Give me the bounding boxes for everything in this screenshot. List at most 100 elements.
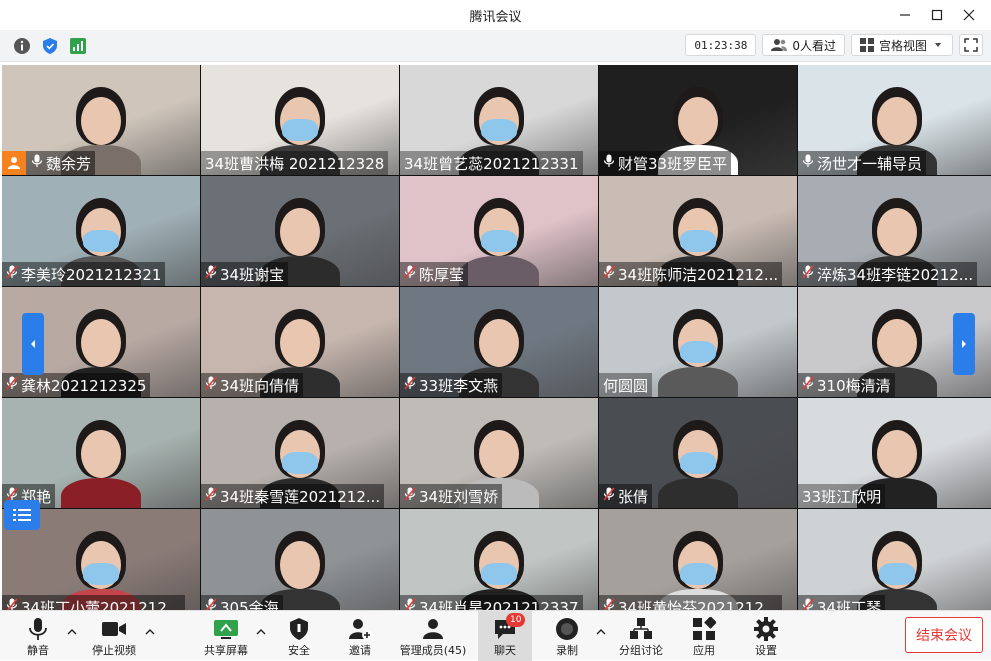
participant-tile[interactable]: 魏余芳 (2, 65, 200, 175)
participant-name: 33班李文燕 (419, 376, 499, 395)
end-meeting-button[interactable]: 结束会议 (905, 617, 983, 653)
share-options-caret-icon[interactable] (256, 627, 266, 637)
host-badge-icon (2, 151, 26, 175)
share-screen-icon (214, 620, 238, 639)
security-status-button[interactable] (40, 36, 60, 56)
window-controls (889, 0, 985, 30)
invite-button[interactable]: 邀请 (342, 611, 378, 661)
microphone-icon (802, 154, 814, 172)
participant-tile[interactable]: 34班秦雪莲2021212... (201, 398, 399, 508)
viewers-count: 0人看过 (792, 38, 836, 53)
participant-tile[interactable]: 34班向倩倩 (201, 287, 399, 397)
meeting-timer: 01:23:38 (685, 34, 757, 56)
maximize-button[interactable] (921, 0, 953, 30)
participant-name-label: 34班丁小蕾2021212... (2, 595, 186, 611)
security-button[interactable]: 安全 (281, 611, 317, 661)
participant-name-label: 34班谢宝 (201, 262, 289, 286)
manage-members-label: 管理成员(45) (399, 644, 467, 657)
participant-name: 34班陈师洁2021212... (618, 265, 779, 284)
participant-tile[interactable]: 33班江欣明 (798, 398, 991, 508)
mute-label: 静音 (27, 644, 49, 657)
participant-name: 陈厚莹 (419, 265, 465, 284)
view-mode-dropdown[interactable]: 宫格视图 (850, 34, 953, 56)
participant-tile[interactable]: 34班谢宝 (201, 176, 399, 286)
network-signal-button[interactable] (68, 36, 88, 56)
settings-button[interactable]: 设置 (750, 611, 782, 661)
chat-button[interactable]: 聊天 10 (478, 611, 532, 661)
participant-tile[interactable]: 郑艳 (2, 398, 200, 508)
participant-tile[interactable]: 淬炼34班李链20212... (798, 176, 991, 286)
apps-button[interactable]: 应用 (688, 611, 720, 661)
participant-name: 34班黄怡芬2021212... (618, 598, 779, 611)
chat-label: 聊天 (494, 644, 516, 657)
participant-tile[interactable]: 汤世才一辅导员 (798, 65, 991, 175)
participant-name-label: 34班陈师洁2021212... (599, 262, 783, 286)
participant-name-label: 魏余芳 (2, 151, 96, 175)
close-button[interactable] (953, 0, 985, 30)
microphone-muted-icon (6, 265, 18, 283)
viewers-icon (771, 39, 788, 51)
chat-unread-badge: 10 (506, 613, 526, 627)
microphone-muted-icon (205, 265, 217, 283)
meeting-info-button[interactable] (12, 36, 32, 56)
stop-video-button[interactable]: 停止视频 (88, 611, 140, 661)
participant-tile[interactable]: 34班陈师洁2021212... (599, 176, 797, 286)
participant-tile[interactable]: 34班肖昊2021212337 (400, 509, 598, 610)
manage-members-button[interactable]: 管理成员(45) (398, 611, 468, 661)
microphone-muted-icon (404, 487, 416, 505)
next-page-button[interactable] (953, 313, 975, 375)
participant-tile[interactable]: 33班李文燕 (400, 287, 598, 397)
participant-list-toggle[interactable] (4, 500, 40, 530)
participant-name: 34班丁小蕾2021212... (21, 598, 182, 611)
microphone-icon (603, 154, 615, 172)
participant-name-label: 33班李文燕 (400, 373, 503, 397)
participant-tile[interactable]: 张倩 (599, 398, 797, 508)
grid-view-icon (859, 38, 874, 52)
shield-icon (43, 37, 57, 54)
viewers-button[interactable]: 0人看过 (762, 34, 845, 56)
participant-tile[interactable]: 34班黄怡芬2021212... (599, 509, 797, 610)
participant-tile[interactable]: 34班曹洪梅 2021212328 (201, 65, 399, 175)
participant-video-figure (653, 305, 743, 397)
maximize-icon (931, 9, 943, 21)
participant-tile[interactable]: 305余海 (201, 509, 399, 610)
apps-grid-icon (693, 617, 716, 640)
share-screen-button[interactable]: 共享屏幕 (200, 611, 252, 661)
breakout-label: 分组讨论 (619, 644, 663, 657)
record-options-caret-icon[interactable] (596, 627, 606, 637)
participant-tile[interactable]: 陈厚莹 (400, 176, 598, 286)
microphone-muted-icon (404, 598, 416, 610)
fullscreen-button[interactable] (959, 34, 983, 56)
participant-tile[interactable]: 财管33班罗臣平 (599, 65, 797, 175)
apps-label: 应用 (693, 644, 715, 657)
participant-name-label: 34班向倩倩 (201, 373, 304, 397)
microphone-icon (29, 618, 47, 640)
participant-name: 34班刘雪娇 (419, 487, 499, 506)
mute-button[interactable]: 静音 (18, 611, 58, 661)
prev-page-button[interactable] (22, 313, 44, 375)
participant-name-label: 何圆圆 (599, 373, 653, 397)
view-mode-label: 宫格视图 (878, 38, 927, 53)
signal-bars-icon (70, 37, 86, 54)
share-screen-label: 共享屏幕 (204, 644, 248, 657)
participant-name-label: 34班曾艺蕊2021212331 (400, 151, 583, 175)
title-bar: 腾讯会议 (0, 0, 991, 30)
participant-tile[interactable]: 34班刘雪娇 (400, 398, 598, 508)
invite-label: 邀请 (349, 644, 371, 657)
minimize-button[interactable] (889, 0, 921, 30)
microphone-muted-icon (603, 487, 615, 505)
video-options-caret-icon[interactable] (145, 627, 155, 637)
participant-tile[interactable]: 34班曾艺蕊2021212331 (400, 65, 598, 175)
meeting-info-bar: 01:23:38 0人看过 宫格视图 (0, 30, 991, 62)
participant-name: 财管33班罗臣平 (618, 154, 728, 173)
mute-options-caret-icon[interactable] (67, 627, 77, 637)
participant-tile[interactable]: 李美玲2021212321 (2, 176, 200, 286)
video-grid: 魏余芳 34班曹洪梅 2021212328 34班曾艺蕊2021212331 财管33… (2, 65, 991, 610)
microphone-muted-icon (802, 265, 814, 283)
participant-tile[interactable]: 何圆圆 (599, 287, 797, 397)
close-icon (963, 9, 975, 21)
participant-name-label: 34班曹洪梅 2021212328 (201, 151, 389, 175)
record-button[interactable]: 录制 (551, 611, 583, 661)
participant-tile[interactable]: 34班丁琴 (798, 509, 991, 610)
breakout-rooms-button[interactable]: 分组讨论 (613, 611, 669, 661)
